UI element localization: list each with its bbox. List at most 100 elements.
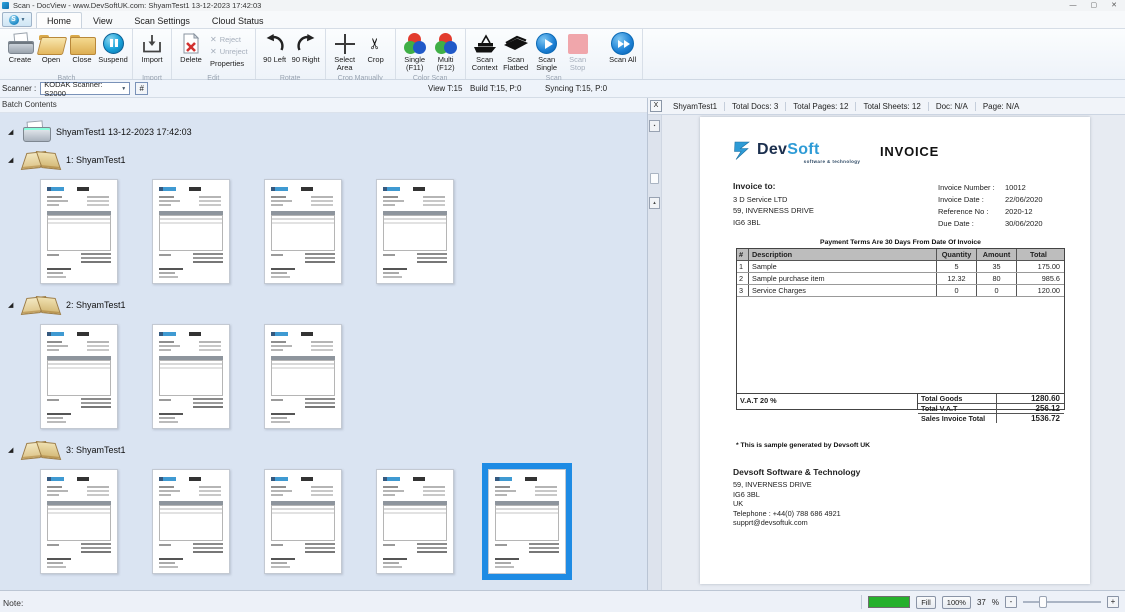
select-area-button[interactable]: Select Area (330, 31, 360, 75)
totals-section: V.A.T 20 % Total Goods 1280.60 Total V.A… (737, 394, 1064, 409)
thumbnail-preview (377, 470, 453, 573)
zoom-out-button[interactable]: - (1005, 596, 1017, 608)
expander-icon[interactable]: ◢ (8, 128, 16, 136)
delete-icon (181, 33, 201, 55)
page-thumbnail[interactable] (264, 324, 342, 429)
close-preview-button[interactable]: X (650, 100, 662, 112)
batch-root-node[interactable]: ◢ ShyamTest1 13-12-2023 17:42:03 (8, 121, 647, 143)
delete-button[interactable]: Delete (176, 31, 206, 75)
total-vat-row: Total V.A.T 256.12 (918, 404, 1064, 414)
preview-scrollbar[interactable]: ▪ ▴ (648, 115, 662, 590)
scanner-select[interactable]: KODAK Scanner: S2000 ▼ (40, 82, 130, 95)
unreject-button[interactable]: ✕ Unreject (207, 46, 251, 57)
expander-icon[interactable]: ◢ (8, 301, 16, 309)
thumbnail-row (40, 179, 647, 284)
page-thumbnail[interactable] (40, 469, 118, 574)
scanner-label: Scanner : (2, 84, 36, 93)
tab-view[interactable]: View (82, 12, 123, 28)
rotate-left-icon (264, 33, 286, 55)
scan-context-button[interactable]: Scan Context (470, 31, 500, 75)
invoice-page[interactable]: DevSoft software & technology INVOICE In… (700, 117, 1090, 584)
thumbnail-preview (489, 470, 565, 573)
expander-icon[interactable]: ◢ (8, 156, 16, 164)
scan-flatbed-button[interactable]: Scan Flatbed (501, 31, 531, 75)
thumbnail-preview (153, 180, 229, 283)
doc-group-node[interactable]: ◢ 2: ShyamTest1 (8, 294, 647, 316)
table-row: 3 Service Charges 0 0 120.00 (737, 285, 1064, 297)
document-scanner-icon (472, 34, 498, 54)
invoice-table: # Description Quantity Amount Total 1 Sa… (736, 248, 1065, 410)
status-bar: Note: Fill 100% 37 % - + (0, 590, 1125, 612)
expander-icon[interactable]: ◢ (8, 446, 16, 454)
devsoft-logo-icon: S (9, 15, 19, 25)
page-thumbnail[interactable] (40, 324, 118, 429)
info-total-docs: Total Docs: 3 (725, 102, 786, 111)
doc-group-node[interactable]: ◢ 3: ShyamTest1 (8, 439, 647, 461)
open-button[interactable]: Open (36, 31, 66, 75)
close-button[interactable]: ✕ (1111, 1, 1117, 10)
page-thumbnail[interactable] (264, 469, 342, 574)
maximize-button[interactable]: ▢ (1091, 1, 1098, 10)
app-icon (2, 2, 9, 9)
page-thumbnail[interactable] (376, 469, 454, 574)
page-thumbnail[interactable] (488, 469, 566, 574)
slider-knob[interactable] (1039, 596, 1047, 608)
properties-button[interactable]: Properties (207, 58, 251, 69)
scroll-up-button[interactable]: ▪ (649, 120, 660, 132)
scan-single-button[interactable]: Scan Single (532, 31, 562, 75)
rotate-left-button[interactable]: 90 Left (260, 31, 290, 75)
view-status: View T:15 (428, 84, 462, 93)
page-thumbnail[interactable] (40, 179, 118, 284)
tab-home[interactable]: Home (36, 12, 82, 28)
scanner-icon (8, 33, 32, 54)
play-icon (536, 33, 557, 54)
create-button[interactable]: Create (5, 31, 35, 75)
zoom-value: 37 (977, 598, 986, 607)
tab-scan-settings[interactable]: Scan Settings (123, 12, 201, 28)
close-batch-button[interactable]: Close (67, 31, 97, 75)
zoom-slider[interactable] (1023, 595, 1101, 609)
suspend-button[interactable]: Suspend (98, 31, 128, 75)
chevron-down-icon: ▼ (121, 86, 126, 92)
page-thumbnail[interactable] (152, 179, 230, 284)
ribbon-group-crop: Select Area ✂ Crop Crop Manually (326, 29, 396, 79)
scanner-device-icon (21, 121, 51, 143)
divider (861, 595, 862, 609)
crop-button[interactable]: ✂ Crop (361, 31, 391, 75)
doc-group-node[interactable]: ◢ 1: ShyamTest1 (8, 149, 647, 171)
page-thumbnail[interactable] (264, 179, 342, 284)
color-scan-multi-button[interactable]: Multi (F12) (431, 31, 461, 75)
app-menu-button[interactable]: S ▼ (2, 12, 32, 27)
rotate-right-icon (295, 33, 317, 55)
fit-fill-button[interactable]: Fill (916, 596, 936, 609)
page-thumbnail[interactable] (376, 179, 454, 284)
scroll-down-button[interactable]: ▴ (649, 197, 660, 209)
zoom-100-button[interactable]: 100% (942, 596, 971, 609)
folder-icon (70, 35, 94, 53)
minimize-button[interactable]: — (1070, 1, 1077, 10)
reject-button[interactable]: ✕ Reject (207, 34, 251, 45)
scan-all-button[interactable]: Scan All (608, 31, 638, 75)
scanner-options-button[interactable]: # (135, 82, 148, 95)
color-scan-single-button[interactable]: Single (F11) (400, 31, 430, 75)
scan-stop-button[interactable]: Scan Stop (563, 31, 593, 75)
page-thumbnail[interactable] (152, 324, 230, 429)
batch-contents-panel: Batch Contents ◢ ShyamTest1 13-12-2023 1… (0, 98, 648, 590)
document-book-icon (21, 293, 61, 317)
percent-label: % (992, 598, 999, 607)
scissors-icon: ✂ (368, 37, 383, 50)
build-status: Build T:15, P:0 (470, 84, 521, 93)
vat-label: V.A.T 20 % (737, 394, 918, 409)
page-thumbnail[interactable] (152, 469, 230, 574)
invoice-footnote: * This is sample generated by Devsoft UK (736, 442, 870, 449)
preview-area[interactable]: DevSoft software & technology INVOICE In… (662, 115, 1125, 590)
scrollbar-thumb[interactable] (650, 173, 659, 184)
batch-tree: ◢ ShyamTest1 13-12-2023 17:42:03 ◢ 1: Sh… (0, 113, 647, 590)
import-button[interactable]: Import (137, 31, 167, 75)
tab-cloud-status[interactable]: Cloud Status (201, 12, 275, 28)
info-batch-name: ShyamTest1 (666, 102, 725, 111)
rotate-right-button[interactable]: 90 Right (291, 31, 321, 75)
sales-invoice-total-row: Sales Invoice Total 1536.72 (918, 414, 1064, 423)
zoom-in-button[interactable]: + (1107, 596, 1119, 608)
table-row: 1 Sample 5 35 175.00 (737, 261, 1064, 273)
